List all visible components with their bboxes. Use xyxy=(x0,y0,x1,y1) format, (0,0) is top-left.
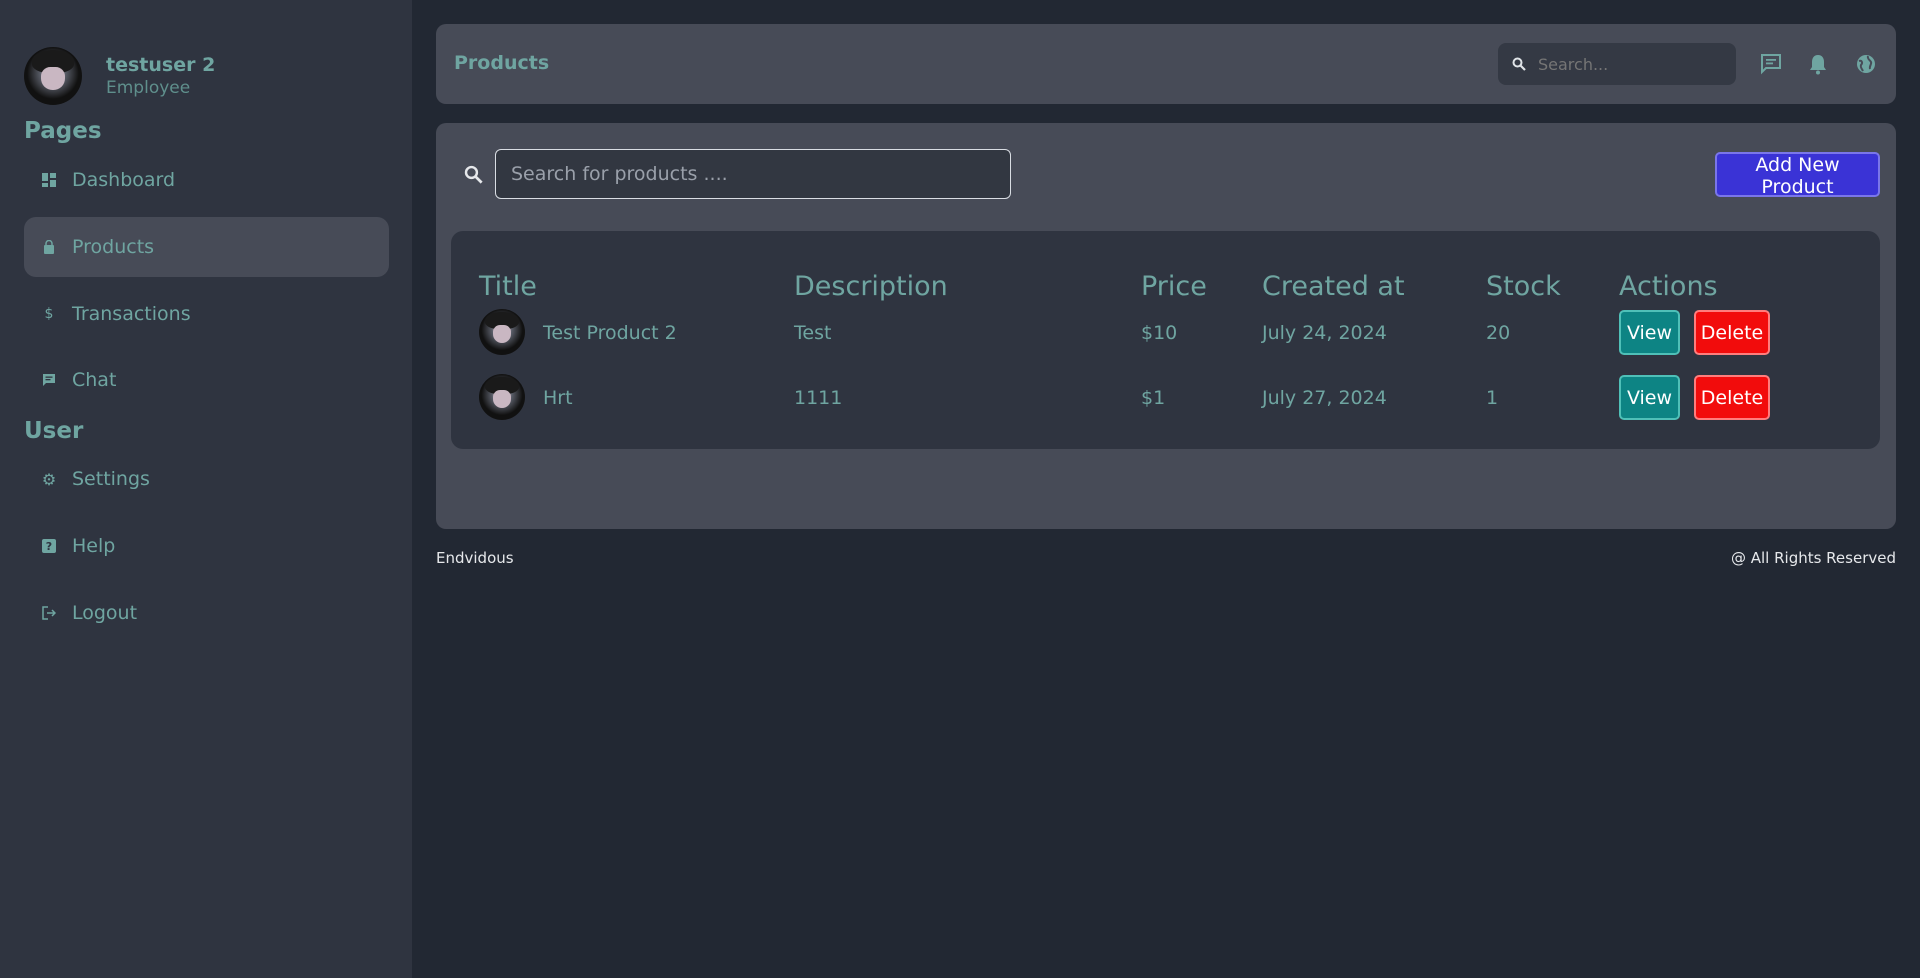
product-title: Test Product 2 xyxy=(543,322,677,344)
sidebar-item-transactions[interactable]: $ Transactions xyxy=(24,284,389,344)
product-title: Hrt xyxy=(543,387,573,409)
svg-text:?: ? xyxy=(46,540,52,553)
sidebar-item-label: Settings xyxy=(72,468,150,490)
delete-button[interactable]: Delete xyxy=(1694,310,1770,355)
column-header-actions: Actions xyxy=(1619,271,1718,302)
username: testuser 2 xyxy=(106,54,216,76)
sidebar-item-dashboard[interactable]: Dashboard xyxy=(24,150,389,210)
view-button[interactable]: View xyxy=(1619,375,1680,420)
products-table: Title Description Price Created at Stock… xyxy=(451,231,1880,449)
add-new-product-button[interactable]: Add New Product xyxy=(1715,152,1880,198)
top-bar: Products xyxy=(436,24,1896,104)
sidebar-item-chat[interactable]: Chat xyxy=(24,350,389,410)
sidebar-item-label: Dashboard xyxy=(72,169,176,191)
chat-icon xyxy=(42,373,56,387)
product-price: $1 xyxy=(1141,387,1166,409)
sidebar: testuser 2 Employee Pages Dashboard Prod… xyxy=(0,0,412,978)
column-header-price: Price xyxy=(1141,271,1207,302)
product-description: Test xyxy=(794,322,832,344)
top-search-input[interactable] xyxy=(1538,54,1718,74)
delete-button[interactable]: Delete xyxy=(1694,375,1770,420)
product-avatar xyxy=(479,374,525,420)
product-created-at: July 27, 2024 xyxy=(1262,387,1387,409)
user-section-title: User xyxy=(24,418,84,444)
sidebar-item-settings[interactable]: ⚙ Settings xyxy=(24,449,389,509)
product-description: 1111 xyxy=(794,387,843,409)
footer-brand: Endvidous xyxy=(436,549,514,567)
product-avatar xyxy=(479,309,525,355)
view-button[interactable]: View xyxy=(1619,310,1680,355)
message-icon[interactable] xyxy=(1759,52,1783,76)
bell-icon[interactable] xyxy=(1806,52,1830,76)
column-header-description: Description xyxy=(794,271,948,302)
globe-icon[interactable] xyxy=(1854,52,1878,76)
product-search-input[interactable] xyxy=(495,149,1011,199)
footer-rights: @ All Rights Reserved xyxy=(1730,549,1896,567)
search-icon xyxy=(1512,57,1526,71)
user-role: Employee xyxy=(106,78,191,98)
column-header-title: Title xyxy=(479,271,537,302)
column-header-created-at: Created at xyxy=(1262,271,1405,302)
sidebar-item-label: Help xyxy=(72,535,116,557)
help-icon: ? xyxy=(42,539,56,553)
column-header-stock: Stock xyxy=(1486,271,1561,302)
sidebar-item-label: Products xyxy=(72,236,155,258)
logout-icon xyxy=(42,606,56,620)
top-search-box[interactable] xyxy=(1498,43,1736,85)
gear-icon: ⚙ xyxy=(41,469,57,489)
sidebar-item-label: Logout xyxy=(72,602,138,624)
sidebar-item-help[interactable]: ? Help xyxy=(24,516,389,576)
sidebar-item-products[interactable]: Products xyxy=(24,217,389,277)
sidebar-item-logout[interactable]: Logout xyxy=(24,583,389,643)
products-panel: Add New Product Title Description Price … xyxy=(436,123,1896,529)
dollar-icon: $ xyxy=(44,306,54,322)
sidebar-item-label: Chat xyxy=(72,369,117,391)
bag-icon xyxy=(42,240,56,254)
sidebar-item-label: Transactions xyxy=(72,303,191,325)
product-stock: 20 xyxy=(1486,322,1511,344)
user-profile: testuser 2 Employee xyxy=(24,47,215,105)
product-created-at: July 24, 2024 xyxy=(1262,322,1387,344)
dashboard-icon xyxy=(42,173,56,187)
product-price: $10 xyxy=(1141,322,1178,344)
product-stock: 1 xyxy=(1486,387,1499,409)
page-title: Products xyxy=(454,52,550,74)
avatar xyxy=(24,47,82,105)
pages-section-title: Pages xyxy=(24,118,102,144)
search-icon xyxy=(464,165,483,184)
